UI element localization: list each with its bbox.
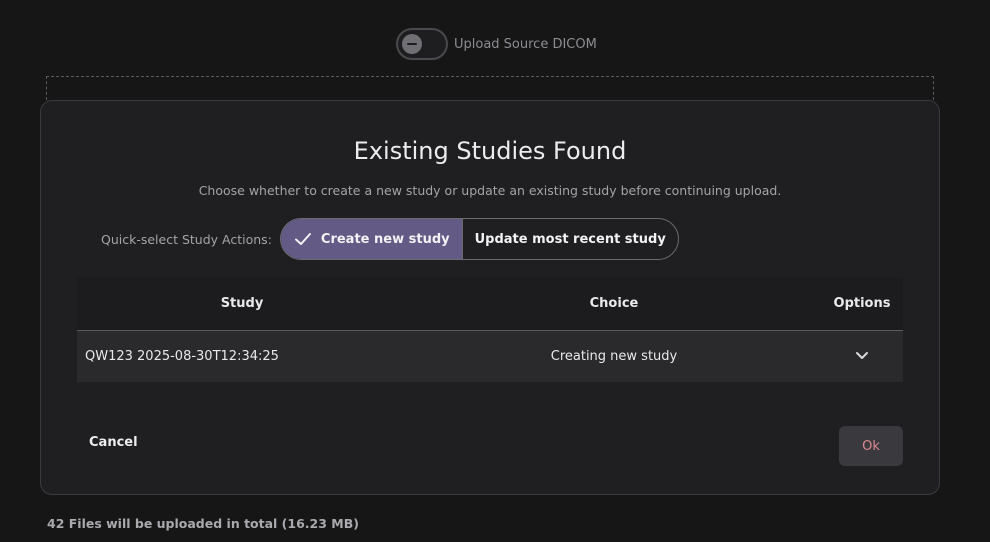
ok-button[interactable]: Ok [839,426,903,466]
upload-source-label: Upload Source DICOM [454,36,597,52]
check-icon [293,229,313,249]
quick-select-label: Quick-select Study Actions: [101,231,272,247]
create-new-study-label: Create new study [320,231,450,247]
row-options [821,347,903,367]
update-most-recent-study-button[interactable]: Update most recent study [461,219,678,259]
quick-select-segmented-control: Create new study Update most recent stud… [279,218,679,260]
cancel-button[interactable]: Cancel [89,435,138,450]
upload-summary: 42 Files will be uploaded in total (16.2… [47,516,359,531]
create-new-study-button[interactable]: Create new study [280,219,462,259]
table-row: QW123 2025-08-30T12:34:25 Creating new s… [77,331,903,382]
header-options: Options [833,296,891,311]
modal-title: Existing Studies Found [353,137,627,165]
row-choice: Creating new study [550,349,678,364]
modal-subtitle: Choose whether to create a new study or … [198,183,782,198]
table-header: Study Choice Options [77,277,903,331]
header-choice: Choice [589,296,639,311]
upload-source-toggle-row: Upload Source DICOM [396,28,597,60]
chevron-down-icon[interactable] [854,347,870,363]
toggle-knob-icon [402,34,422,54]
quick-select-row: Quick-select Study Actions: Create new s… [101,218,679,260]
row-study: QW123 2025-08-30T12:34:25 [85,349,279,364]
existing-studies-modal: Existing Studies Found Choose whether to… [40,100,940,495]
upload-source-toggle[interactable] [396,28,448,60]
studies-table: Study Choice Options QW123 2025-08-30T12… [77,277,903,382]
update-most-recent-study-label: Update most recent study [474,231,666,247]
header-study: Study [220,296,264,311]
